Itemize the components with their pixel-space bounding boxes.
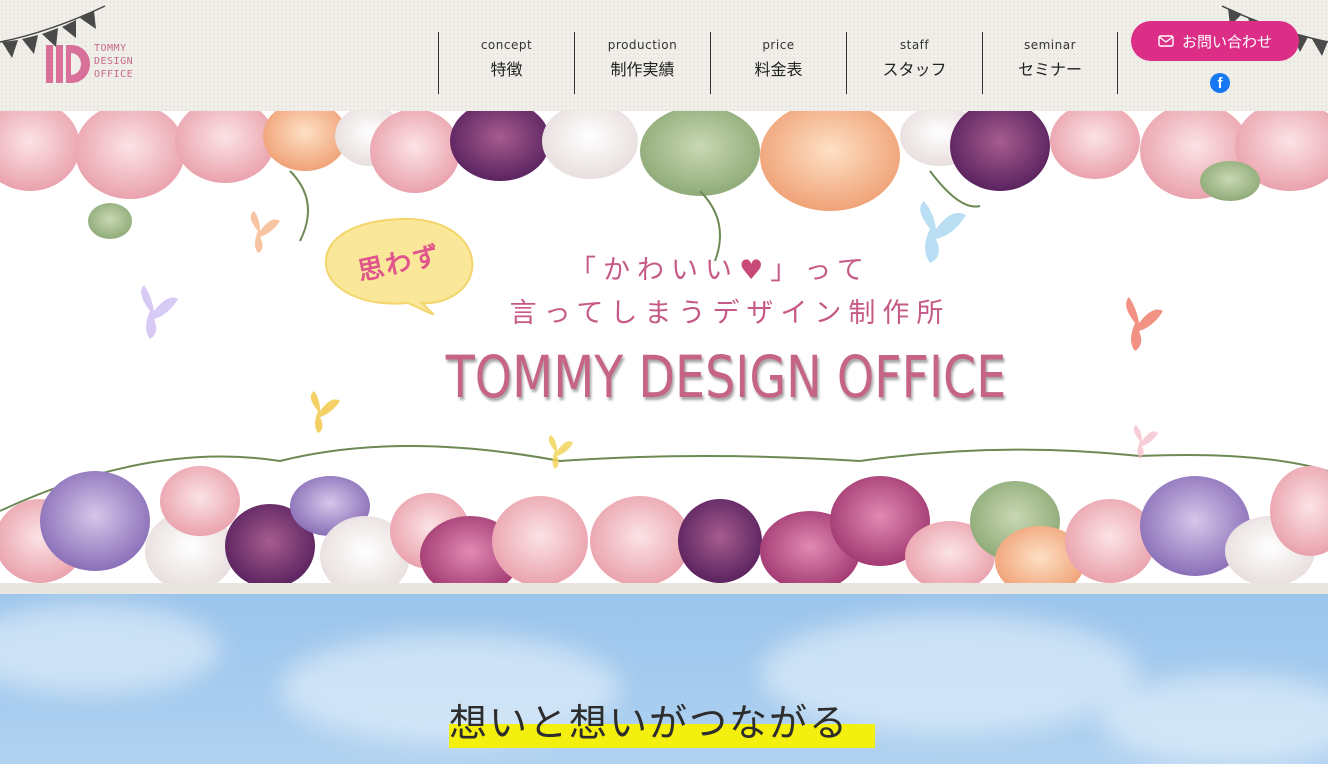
intro-section: 想いと想いがつながる: [0, 594, 1328, 764]
nav-item-ja-label: スタッフ: [882, 60, 947, 79]
nav-item-en-label: price: [762, 38, 795, 52]
nav-item-seminar[interactable]: seminar セミナー: [982, 32, 1118, 94]
nav-item-price[interactable]: price 料金表: [710, 32, 846, 94]
contact-button[interactable]: お問い合わせ: [1131, 21, 1299, 61]
site-logo[interactable]: TOMMY DESIGN OFFICE: [44, 40, 134, 86]
facebook-glyph: f: [1217, 75, 1223, 92]
cloud-decoration: [1100, 674, 1328, 764]
nav-item-en-label: seminar: [1023, 38, 1077, 52]
hero-tagline-line1: 「かわいい♥」って: [0, 248, 1328, 287]
nav-item-concept[interactable]: concept 特徴: [438, 32, 574, 94]
hero-banner: 思わず 「かわいい♥」って 言ってしまうデザイン制作所 TOMMY DESIGN…: [0, 111, 1328, 583]
nav-item-ja-label: セミナー: [1017, 60, 1082, 79]
nav-item-en-label: staff: [899, 38, 930, 52]
nav-item-ja-label: 料金表: [754, 60, 803, 79]
logo-line: OFFICE: [94, 69, 134, 80]
section-title: 想いと想いがつながる: [449, 701, 850, 745]
mail-icon: [1158, 35, 1174, 47]
nav-item-ja-label: 制作実績: [610, 60, 675, 79]
hero-tagline-line2: 言ってしまうデザイン制作所: [509, 298, 951, 329]
heart-icon: ♥: [739, 255, 771, 286]
tagline-text: 」って: [770, 255, 871, 286]
contact-button-label: お問い合わせ: [1181, 32, 1272, 51]
tagline-text: 「かわいい: [569, 255, 740, 286]
logo-mark-icon: [46, 45, 90, 83]
nav-item-en-label: production: [607, 38, 678, 52]
site-header: TOMMY DESIGN OFFICE concept 特徴 productio…: [0, 0, 1328, 111]
main-nav: concept 特徴 production 制作実績 price 料金表 sta…: [438, 32, 1118, 94]
facebook-icon[interactable]: f: [1210, 73, 1230, 93]
logo-line: DESIGN: [94, 56, 134, 67]
logo-text: TOMMY DESIGN OFFICE: [94, 42, 133, 81]
nav-item-staff[interactable]: staff スタッフ: [846, 32, 982, 94]
nav-item-ja-label: 特徴: [490, 60, 523, 79]
cloud-decoration: [0, 604, 220, 694]
hero-brand-title: TOMMY DESIGN OFFICE: [445, 343, 1007, 411]
nav-item-production[interactable]: production 制作実績: [574, 32, 710, 94]
nav-item-en-label: concept: [480, 38, 533, 52]
logo-line: TOMMY: [94, 43, 127, 54]
section-divider: [0, 583, 1328, 594]
